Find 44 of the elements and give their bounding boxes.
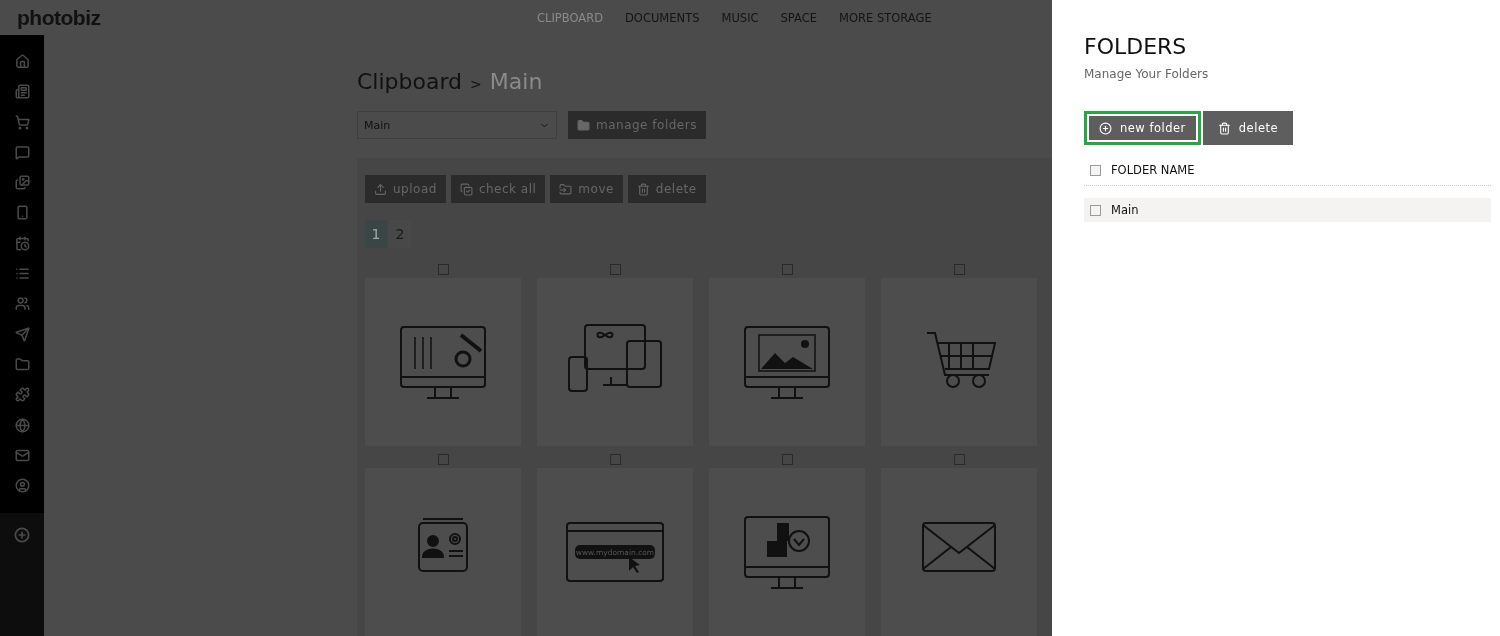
tile-checkbox[interactable] [609, 264, 621, 275]
breadcrumb-current: Main [489, 69, 543, 94]
image-tile[interactable] [881, 468, 1037, 636]
logo[interactable]: photobiz [17, 5, 537, 30]
folder-icon [577, 118, 590, 132]
add-icon[interactable] [14, 527, 30, 544]
manage-folders-button[interactable]: manage folders [568, 111, 706, 139]
tile-checkbox[interactable] [437, 264, 449, 275]
panel-title: FOLDERS [1084, 34, 1188, 59]
tile-checkbox[interactable] [953, 264, 965, 275]
check-button[interactable]: check all [450, 175, 546, 203]
check-all-icon [459, 182, 473, 196]
image-tile[interactable] [365, 468, 521, 636]
image-tile[interactable] [709, 278, 865, 446]
folder-icon [559, 182, 573, 196]
trash-icon [1217, 121, 1231, 135]
page-button[interactable]: 1 [365, 220, 387, 248]
image-tile[interactable] [365, 278, 521, 446]
move-button[interactable]: move [550, 175, 623, 203]
tile-checkbox[interactable] [781, 454, 793, 465]
image-tile[interactable] [881, 278, 1037, 446]
delete-button[interactable]: delete [1202, 111, 1294, 145]
plus-icon [1099, 121, 1112, 135]
delete-button[interactable]: delete [627, 175, 706, 203]
row-checkbox[interactable] [1090, 204, 1101, 216]
tile-checkbox[interactable] [953, 454, 965, 465]
upload-icon [374, 182, 387, 196]
tile-checkbox[interactable] [437, 454, 449, 465]
image-tile[interactable] [709, 468, 865, 636]
breadcrumb-link[interactable]: Clipboard [357, 69, 463, 94]
folder-row[interactable]: Main [1084, 198, 1491, 222]
column-header: FOLDER NAME [1111, 163, 1195, 177]
folder-select[interactable]: Main [357, 111, 557, 139]
breadcrumb-separator: > [470, 76, 482, 92]
upload-button[interactable]: upload [365, 175, 446, 203]
folder-name: Main [1111, 203, 1139, 217]
panel-subtitle: Manage Your Folders [1084, 67, 1210, 81]
image-tile[interactable] [537, 278, 693, 446]
tile-checkbox[interactable] [609, 454, 621, 465]
trash-icon [636, 182, 650, 196]
nav-link[interactable]: CLIPBOARD [537, 10, 603, 25]
select-all-checkbox[interactable] [1090, 164, 1101, 176]
tile-checkbox[interactable] [781, 264, 793, 275]
new-folder-button[interactable]: new folder [1084, 111, 1201, 145]
